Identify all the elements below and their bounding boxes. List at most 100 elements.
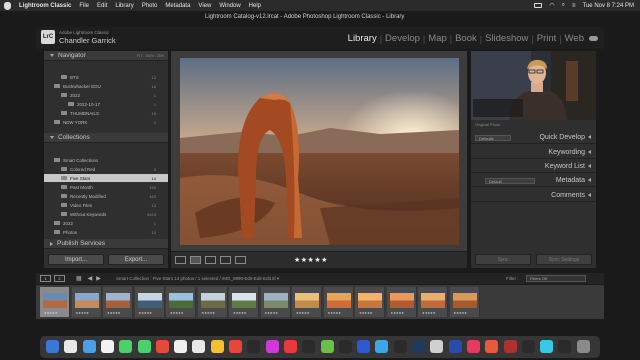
dock-app-icon[interactable]	[100, 340, 114, 353]
dock-app-icon[interactable]	[82, 340, 96, 353]
collection-row[interactable]: Without Keywords 9424	[44, 210, 168, 218]
filmstrip-thumbnail[interactable]: ★★★★★	[418, 287, 448, 317]
filmstrip-thumbnail[interactable]: ★★★★★	[40, 287, 70, 317]
comments-header[interactable]: Comments	[471, 189, 596, 202]
grid-icon[interactable]: ▦	[76, 275, 82, 282]
menu-metadata[interactable]: Metadata	[165, 3, 190, 9]
folder-row[interactable]: 2022-10-17 1	[44, 100, 168, 108]
sync-button[interactable]: Sync	[475, 254, 531, 265]
collection-row[interactable]: Photos 12	[44, 228, 168, 236]
dock-app-icon[interactable]	[485, 340, 499, 353]
dock-app-icon[interactable]	[302, 340, 316, 353]
wifi-icon[interactable]: ◠	[549, 2, 554, 9]
dock-app-icon[interactable]	[576, 340, 590, 353]
module-print[interactable]: Print	[535, 33, 559, 44]
dock-app-icon[interactable]	[466, 340, 480, 353]
survey-view-icon[interactable]	[220, 256, 231, 264]
apple-icon[interactable]	[4, 1, 11, 10]
import-button[interactable]: Import...	[48, 254, 104, 265]
filmstrip-thumbnail[interactable]: ★★★★★	[449, 287, 480, 317]
dock-app-icon[interactable]	[412, 340, 425, 353]
dock-app-icon[interactable]	[46, 340, 59, 353]
menu-edit[interactable]: Edit	[97, 3, 107, 9]
dock-app-icon[interactable]	[375, 340, 389, 353]
menu-library[interactable]: Library	[115, 3, 133, 9]
export-button[interactable]: Export...	[108, 254, 164, 265]
collection-row[interactable]: Video Files 13	[44, 201, 168, 209]
menu-photo[interactable]: Photo	[142, 3, 158, 9]
filmstrip-thumbnail[interactable]: ★★★★★	[386, 287, 417, 317]
dock-app-icon[interactable]	[229, 340, 242, 353]
people-view-icon[interactable]	[235, 256, 246, 264]
dock-app-icon[interactable]	[357, 340, 371, 353]
navigator-header[interactable]: Navigator FIT : 100% : 25%	[44, 51, 168, 61]
dock-app-icon[interactable]	[265, 340, 279, 353]
forward-arrow-icon[interactable]: ▶	[96, 275, 101, 282]
folder-row[interactable]: 2022 1	[44, 91, 168, 99]
collection-row[interactable]: Smart Collections	[44, 156, 168, 164]
filmstrip-thumbnail[interactable]: ★★★★★	[260, 287, 291, 317]
collection-row[interactable]: Colored Red 0	[44, 165, 168, 173]
cloud-sync-icon[interactable]	[589, 36, 598, 41]
dock-app-icon[interactable]	[283, 340, 297, 353]
dock-app-icon[interactable]	[503, 340, 517, 353]
control-center-icon[interactable]: ≡	[572, 3, 576, 9]
dock-app-icon[interactable]	[540, 340, 554, 353]
filter-select[interactable]: Filters Off	[526, 275, 586, 282]
dock-app-icon[interactable]	[320, 340, 334, 353]
dock-app-icon[interactable]	[247, 340, 261, 353]
metadata-preset[interactable]: Default	[485, 178, 535, 184]
second-window-toggle[interactable]: 2	[54, 275, 65, 282]
loupe-view-icon[interactable]	[190, 256, 201, 264]
filmstrip-thumbnail[interactable]: ★★★★★	[71, 287, 102, 317]
filmstrip-thumbnail[interactable]: ★★★★★	[292, 287, 322, 317]
keywording-header[interactable]: Keywording	[471, 146, 596, 159]
dock-app-icon[interactable]	[192, 340, 206, 353]
filmstrip-thumbnail[interactable]: ★★★★★	[134, 287, 165, 317]
navigator-zoom[interactable]: FIT : 100% : 25%	[137, 54, 164, 58]
dock-app-icon[interactable]	[64, 340, 78, 353]
dock-app-icon[interactable]	[521, 340, 535, 353]
menu-help[interactable]: Help	[249, 3, 261, 9]
dock-app-icon[interactable]	[119, 340, 133, 353]
collection-row[interactable]: 2022 1	[44, 219, 168, 227]
dock-app-icon[interactable]	[448, 340, 462, 353]
compare-view-icon[interactable]	[205, 256, 216, 264]
collection-row[interactable]: Five Stars 14	[44, 174, 168, 182]
module-library[interactable]: Library	[346, 33, 379, 44]
main-window-toggle[interactable]: 1	[40, 275, 51, 282]
collections-header[interactable]: Collections	[44, 133, 168, 143]
menu-window[interactable]: Window	[219, 3, 240, 9]
keyword-list-header[interactable]: Keyword List	[471, 160, 596, 173]
folder-row[interactable]: THUMBNAILS 15	[44, 109, 168, 117]
collection-row[interactable]: Recently Modified 163	[44, 192, 168, 200]
module-web[interactable]: Web	[563, 33, 586, 44]
filmstrip-thumbnail[interactable]: ★★★★★	[103, 287, 133, 317]
module-map[interactable]: Map	[426, 33, 448, 44]
battery-icon[interactable]	[534, 3, 543, 8]
dock-app-icon[interactable]	[137, 340, 151, 353]
filmstrip-thumbnail[interactable]: ★★★★★	[197, 287, 228, 317]
dock-app-icon[interactable]	[210, 340, 224, 353]
dock-app-icon[interactable]	[174, 340, 188, 353]
menu-view[interactable]: View	[198, 3, 211, 9]
collection-row[interactable]: Past Month 160	[44, 183, 168, 191]
filmstrip-thumbnail[interactable]: ★★★★★	[166, 287, 196, 317]
module-develop[interactable]: Develop	[383, 33, 422, 44]
back-arrow-icon[interactable]: ◀	[88, 275, 93, 282]
filmstrip-thumbnail[interactable]: ★★★★★	[229, 287, 259, 317]
quick-develop-preset[interactable]: Defaults	[475, 135, 511, 141]
dock-app-icon[interactable]	[338, 340, 352, 353]
menubar-clock[interactable]: Tue Nov 8 7:24 PM	[583, 3, 634, 9]
menu-app-name[interactable]: Lightroom Classic	[19, 3, 71, 9]
filmstrip-thumbnail[interactable]: ★★★★★	[355, 287, 385, 317]
publish-services-header[interactable]: Publish Services	[44, 239, 168, 249]
dock-app-icon[interactable]	[155, 340, 169, 353]
sync-settings-button[interactable]: Sync Settings	[536, 254, 592, 265]
filmstrip-thumbnail[interactable]: ★★★★★	[323, 287, 354, 317]
filmstrip-source-path[interactable]: Smart Collection : Five Stars 14 photos …	[116, 276, 279, 282]
grid-view-icon[interactable]	[175, 256, 186, 264]
menu-file[interactable]: File	[79, 3, 89, 9]
dock-app-icon[interactable]	[393, 340, 407, 353]
folder-row[interactable]: Bushwhacker EDU 16	[44, 82, 168, 90]
